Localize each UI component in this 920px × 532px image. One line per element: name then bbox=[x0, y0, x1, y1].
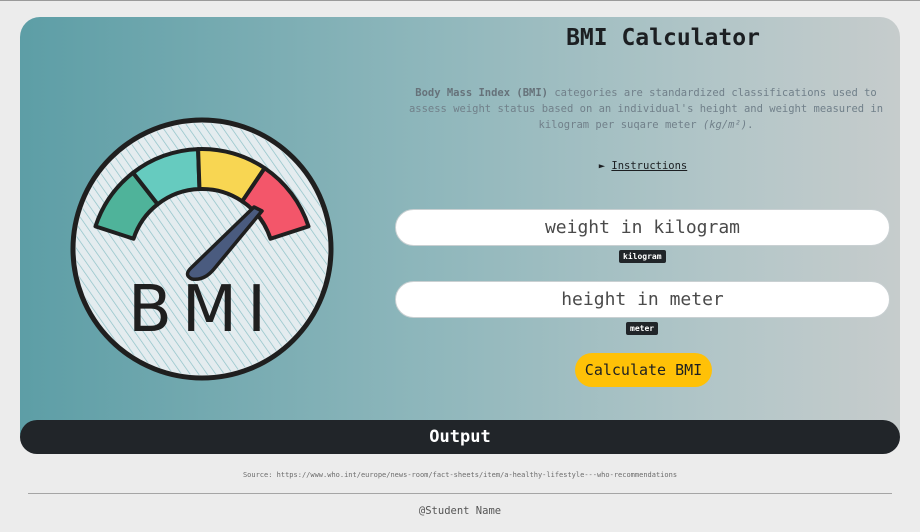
weight-input[interactable] bbox=[395, 209, 890, 246]
description-bold: Body Mass Index (BMI) bbox=[415, 87, 549, 99]
disclosure-triangle-icon: ► bbox=[598, 160, 606, 172]
height-unit-badge: meter bbox=[626, 322, 659, 335]
output-bar: Output bbox=[20, 420, 900, 454]
height-input[interactable] bbox=[395, 281, 890, 318]
bmi-gauge-logo: BMI bbox=[70, 117, 334, 381]
instructions-label: Instructions bbox=[611, 160, 688, 172]
bmi-description: Body Mass Index (BMI) categories are sta… bbox=[403, 85, 889, 133]
footer-divider bbox=[28, 493, 892, 494]
page-title: BMI Calculator bbox=[566, 25, 760, 51]
description-unit: (kg/m²) bbox=[702, 119, 748, 131]
top-border bbox=[0, 0, 920, 1]
source-note: Source: https://www.who.int/europe/news-… bbox=[242, 471, 678, 479]
calculate-bmi-button[interactable]: Calculate BMI bbox=[575, 353, 712, 387]
instructions-toggle[interactable]: ► Instructions bbox=[415, 160, 871, 172]
calculator-card: BMI BMI Calculator Body Mass Index (BMI)… bbox=[20, 17, 900, 454]
description-end: . bbox=[747, 119, 754, 131]
logo-bmi-text: BMI bbox=[128, 273, 276, 347]
footer-credit: @Student Name bbox=[418, 505, 502, 517]
weight-unit-badge: kilogram bbox=[619, 250, 666, 263]
